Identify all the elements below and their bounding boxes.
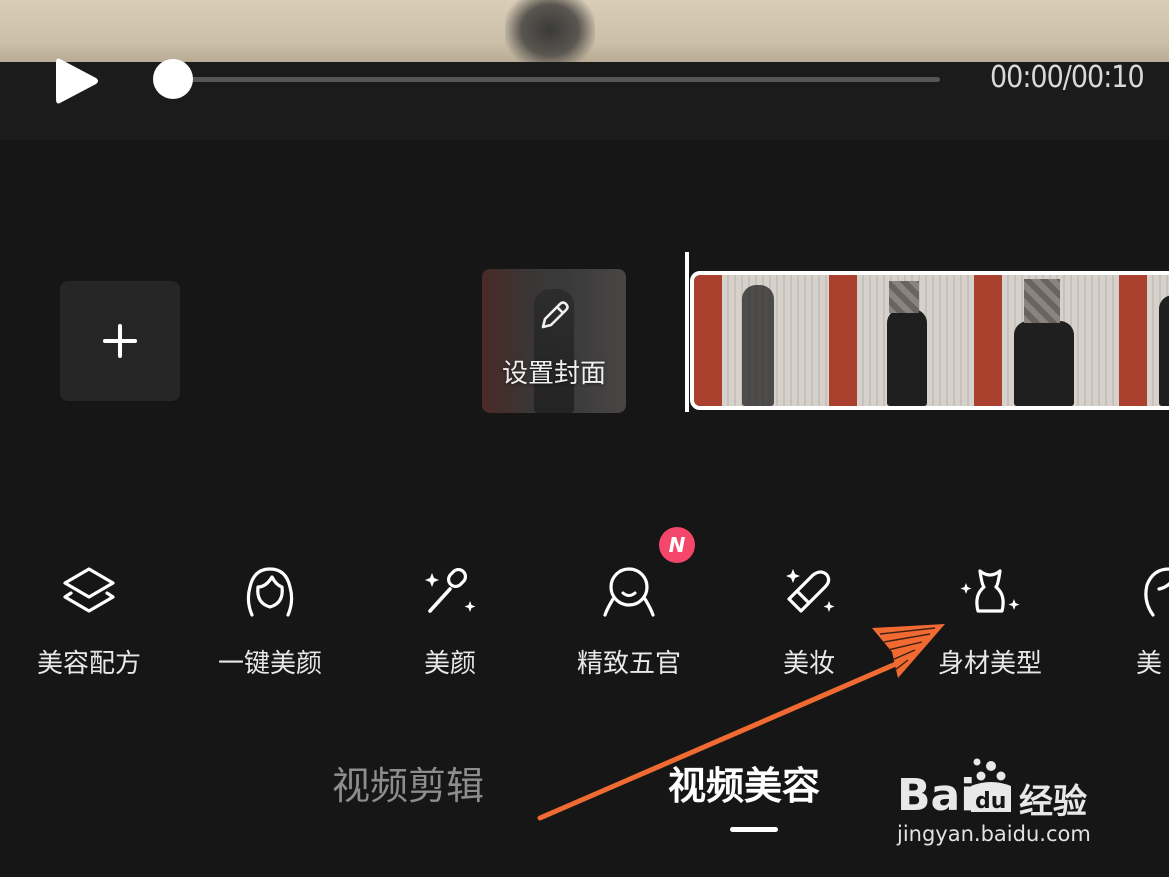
- layers-icon: [63, 567, 115, 613]
- tab-video-beauty[interactable]: 视频美容: [668, 755, 820, 810]
- set-cover-button[interactable]: 设置封面: [482, 269, 626, 413]
- baidu-watermark: Bai du 经验 jingyan.baidu.com: [895, 752, 1115, 852]
- tool-label: 美颜: [423, 649, 476, 679]
- tool-beauty-recipe[interactable]: 美容配方: [4, 555, 174, 685]
- tool-label: 精致五官: [576, 649, 681, 679]
- tool-one-tap-beauty[interactable]: 一键美颜: [185, 555, 355, 685]
- tool-refined-features[interactable]: 精致五官: [544, 555, 714, 685]
- play-icon: [56, 58, 98, 104]
- body-shape-icon: [960, 569, 1020, 613]
- new-badge: N: [659, 527, 695, 563]
- watermark-url: jingyan.baidu.com: [897, 822, 1091, 846]
- hair-style-icon: [1144, 567, 1169, 617]
- lipstick-icon: [786, 569, 835, 613]
- preview-figure: [505, 0, 595, 62]
- clip-frame: [694, 275, 839, 406]
- tool-makeup[interactable]: 美妆: [724, 555, 894, 685]
- brush-sparkle-icon: [425, 567, 476, 613]
- tool-body-shape[interactable]: 身材美型: [905, 555, 1075, 685]
- play-button[interactable]: [54, 55, 102, 107]
- clip-frame: [974, 275, 1119, 406]
- timeline-clip[interactable]: [690, 271, 1169, 410]
- tool-label: 美: [1136, 649, 1163, 679]
- video-preview: [0, 0, 1169, 62]
- clip-frame: [829, 275, 974, 406]
- svg-text:du: du: [975, 789, 1006, 814]
- face-hair-icon: [246, 567, 294, 617]
- tool-label: 身材美型: [937, 649, 1042, 679]
- watermark-brand: 经验: [1019, 782, 1087, 822]
- playhead[interactable]: [685, 252, 689, 412]
- progress-knob[interactable]: [153, 59, 193, 99]
- progress-track[interactable]: [174, 77, 940, 82]
- tool-label: 美容配方: [36, 649, 141, 679]
- time-readout: 00:00/00:10: [990, 60, 1145, 95]
- svg-text:Bai: Bai: [897, 770, 975, 821]
- add-clip-button[interactable]: [60, 281, 180, 401]
- cover-label: 设置封面: [501, 359, 606, 389]
- tool-hair[interactable]: 美: [1080, 555, 1169, 685]
- tool-label: 一键美颜: [217, 649, 322, 679]
- beauty-tools-row: 美容配方 一键美颜 美颜 精致五官 美妆 身材美型 美: [0, 555, 1169, 685]
- tool-label: 美妆: [782, 649, 835, 679]
- active-tab-indicator: [730, 827, 778, 832]
- face-outline-icon: [603, 567, 655, 617]
- clip-frame: [1119, 275, 1169, 406]
- tab-video-edit[interactable]: 视频剪辑: [332, 755, 484, 810]
- plus-icon: [103, 324, 137, 358]
- pencil-icon: [541, 301, 569, 329]
- tool-beautify[interactable]: 美颜: [365, 555, 535, 685]
